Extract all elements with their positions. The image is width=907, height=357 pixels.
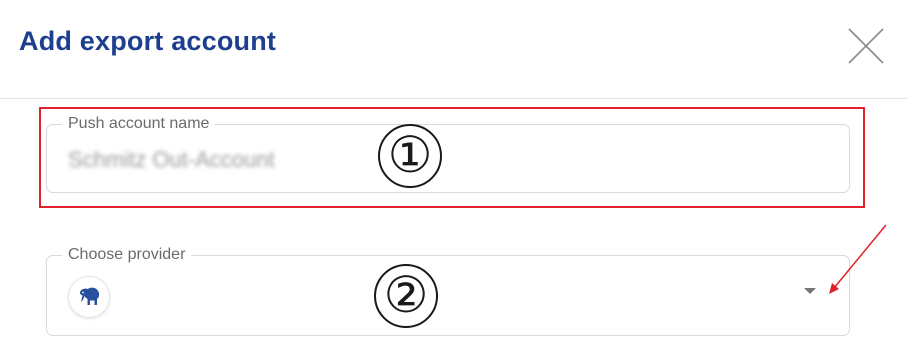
close-icon xyxy=(848,28,884,64)
provider-label: Choose provider xyxy=(62,246,192,264)
dropdown-arrow-icon[interactable] xyxy=(804,288,816,294)
highlight-box xyxy=(39,107,865,208)
close-button[interactable] xyxy=(846,26,886,66)
elephant-provider-icon xyxy=(69,277,109,317)
red-arrow-icon xyxy=(829,224,887,294)
callout-marker-1: ① xyxy=(378,124,442,188)
provider-select[interactable]: Choose provider xyxy=(46,246,850,336)
header-divider xyxy=(0,98,907,99)
callout-marker-2: ② xyxy=(374,264,438,328)
dialog-title: Add export account xyxy=(19,26,277,56)
